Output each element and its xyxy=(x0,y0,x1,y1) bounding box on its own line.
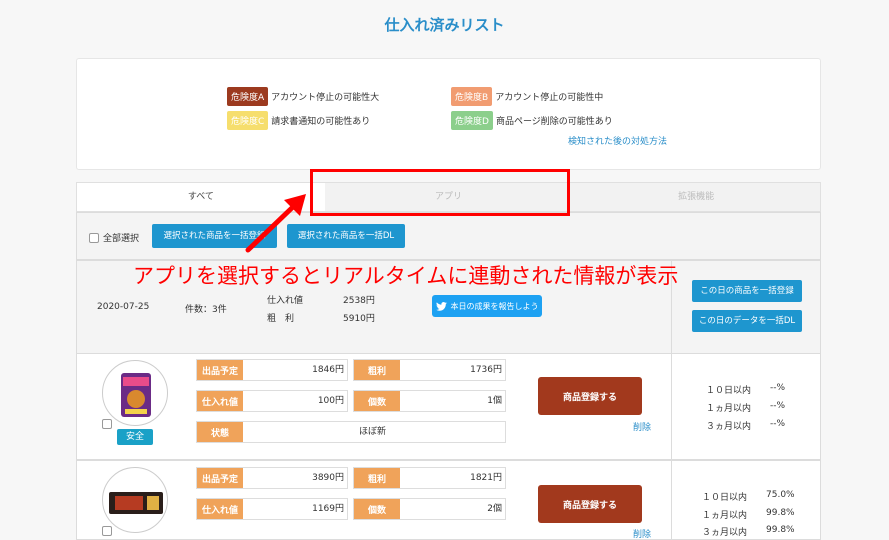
risk-b-badge: 危険度B xyxy=(451,87,493,106)
day-actions: この日の商品を一括登録 この日のデータを一括DL xyxy=(671,261,821,353)
boxed-product-image xyxy=(109,492,163,514)
quantity-label: 個数 xyxy=(354,499,400,519)
stat-3m-label: ３ヵ月以内 xyxy=(706,422,752,432)
stat-1m-label: １ヵ月以内 xyxy=(706,404,752,414)
item-row: 安全 出品予定 1846円 粗利 1736円 仕入れ値 100円 個数 1個 状… xyxy=(76,353,821,460)
risk-d-badge: 危険度D xyxy=(451,111,493,130)
risk-a-badge: 危険度A xyxy=(227,87,269,106)
cost-field: 仕入れ値 1169円 xyxy=(196,498,348,520)
twitter-icon xyxy=(435,301,447,311)
cost-label: 仕入れ値 xyxy=(197,499,243,519)
page-title: 仕入れ済みリスト xyxy=(384,16,505,34)
quantity-value: 1個 xyxy=(487,396,502,406)
profit-label: 粗 利 xyxy=(267,314,295,324)
delete-link[interactable]: 削除 xyxy=(633,527,651,540)
cost-value: 100円 xyxy=(317,396,344,406)
cost-value: 1169円 xyxy=(312,504,344,514)
tab-extension[interactable]: 拡張機能 xyxy=(572,183,820,211)
listing-price-field: 出品予定 3890円 xyxy=(196,467,348,489)
purchase-value: 2538円 xyxy=(343,296,375,306)
gross-profit-label: 粗利 xyxy=(354,468,400,488)
stat-10d-label: １０日以内 xyxy=(702,493,748,503)
risk-c-badge: 危険度C xyxy=(227,111,269,130)
register-day-button[interactable]: この日の商品を一括登録 xyxy=(692,280,802,302)
gross-profit-field: 粗利 1821円 xyxy=(353,467,506,489)
select-all-label: 全部選択 xyxy=(103,234,140,244)
highlight-box xyxy=(310,169,570,216)
stat-10d-label: １０日以内 xyxy=(706,386,752,396)
stat-10d-value: --% xyxy=(770,383,786,393)
risk-a-text: アカウント停止の可能性大 xyxy=(271,93,380,103)
day-count: 件数：3件 xyxy=(185,305,227,315)
legend-item-c: 危険度C 請求書通知の可能性あり xyxy=(227,111,370,130)
quantity-label: 個数 xyxy=(354,391,400,411)
day-date: 2020-07-25 xyxy=(97,302,150,312)
cost-field: 仕入れ値 100円 xyxy=(196,390,348,412)
listing-price-label: 出品予定 xyxy=(197,360,243,380)
cost-label: 仕入れ値 xyxy=(197,391,243,411)
annotation-text: アプリを選択するとリアルタイムに連動された情報が表示 xyxy=(133,264,679,288)
listing-price-value: 1846円 xyxy=(312,365,344,375)
product-image xyxy=(102,360,168,426)
stat-1m-value: --% xyxy=(770,401,786,411)
register-product-button[interactable]: 商品登録する xyxy=(538,485,642,523)
item-checkbox[interactable] xyxy=(102,526,112,536)
risk-d-text: 商品ページ削除の可能性あり xyxy=(495,117,613,127)
condition-value: ほぼ新 xyxy=(358,427,386,437)
tweet-button[interactable]: 本日の成果を報告しよう xyxy=(432,295,542,317)
condition-field: 状態 ほぼ新 xyxy=(196,421,506,443)
profit-value: 5910円 xyxy=(343,314,375,324)
legend-item-d: 危険度D 商品ページ削除の可能性あり xyxy=(451,111,613,130)
listing-price-field: 出品予定 1846円 xyxy=(196,359,348,381)
quantity-field: 個数 1個 xyxy=(353,390,506,412)
gross-profit-field: 粗利 1736円 xyxy=(353,359,506,381)
register-product-button[interactable]: 商品登録する xyxy=(538,377,642,415)
delete-link[interactable]: 削除 xyxy=(633,420,651,433)
stat-10d-value: 75.0% xyxy=(766,490,795,500)
stat-3m-value: --% xyxy=(770,419,786,429)
item-checkbox[interactable] xyxy=(102,419,112,429)
sell-probability-panel: １０日以内 --% １ヵ月以内 --% ３ヵ月以内 --% xyxy=(671,354,821,459)
legend-item-a: 危険度A アカウント停止の可能性大 xyxy=(227,87,379,106)
stat-1m-value: 99.8% xyxy=(766,508,795,518)
item-row: 出品予定 3890円 粗利 1821円 仕入れ値 1169円 個数 2個 商品登… xyxy=(76,460,821,540)
gross-profit-value: 1736円 xyxy=(470,365,502,375)
product-image xyxy=(102,467,168,533)
bulk-toolbar: 全部選択 選択された商品を一括登録 選択された商品を一括DL xyxy=(76,212,821,260)
risk-c-text: 請求書通知の可能性あり xyxy=(271,117,371,127)
risk-legend-panel: 危険度A アカウント停止の可能性大 危険度B アカウント停止の可能性中 危険度C… xyxy=(76,58,821,170)
legend-item-b: 危険度B アカウント停止の可能性中 xyxy=(451,87,603,106)
gross-profit-value: 1821円 xyxy=(470,473,502,483)
stat-1m-label: １ヵ月以内 xyxy=(702,511,748,521)
gross-profit-label: 粗利 xyxy=(354,360,400,380)
select-all[interactable]: 全部選択 xyxy=(89,231,139,244)
select-all-checkbox[interactable] xyxy=(89,232,99,243)
risk-b-text: アカウント停止の可能性中 xyxy=(495,93,604,103)
tweet-label: 本日の成果を報告しよう xyxy=(450,301,539,311)
dl-day-button[interactable]: この日のデータを一括DL xyxy=(692,310,802,332)
quantity-field: 個数 2個 xyxy=(353,498,506,520)
countermeasure-link[interactable]: 検知された後の対処方法 xyxy=(568,134,667,147)
stat-3m-label: ３ヵ月以内 xyxy=(702,528,748,538)
sell-probability-panel: １０日以内 75.0% １ヵ月以内 99.8% ３ヵ月以内 99.8% xyxy=(671,461,821,539)
safety-badge: 安全 xyxy=(117,429,153,445)
cat-food-pouch-image xyxy=(121,373,151,417)
condition-label: 状態 xyxy=(197,422,243,442)
annotation-arrow-icon xyxy=(245,194,306,253)
stat-3m-value: 99.8% xyxy=(766,525,795,535)
listing-price-label: 出品予定 xyxy=(197,468,243,488)
listing-price-value: 3890円 xyxy=(312,473,344,483)
quantity-value: 2個 xyxy=(487,504,502,514)
purchase-label: 仕入れ値 xyxy=(267,296,304,306)
